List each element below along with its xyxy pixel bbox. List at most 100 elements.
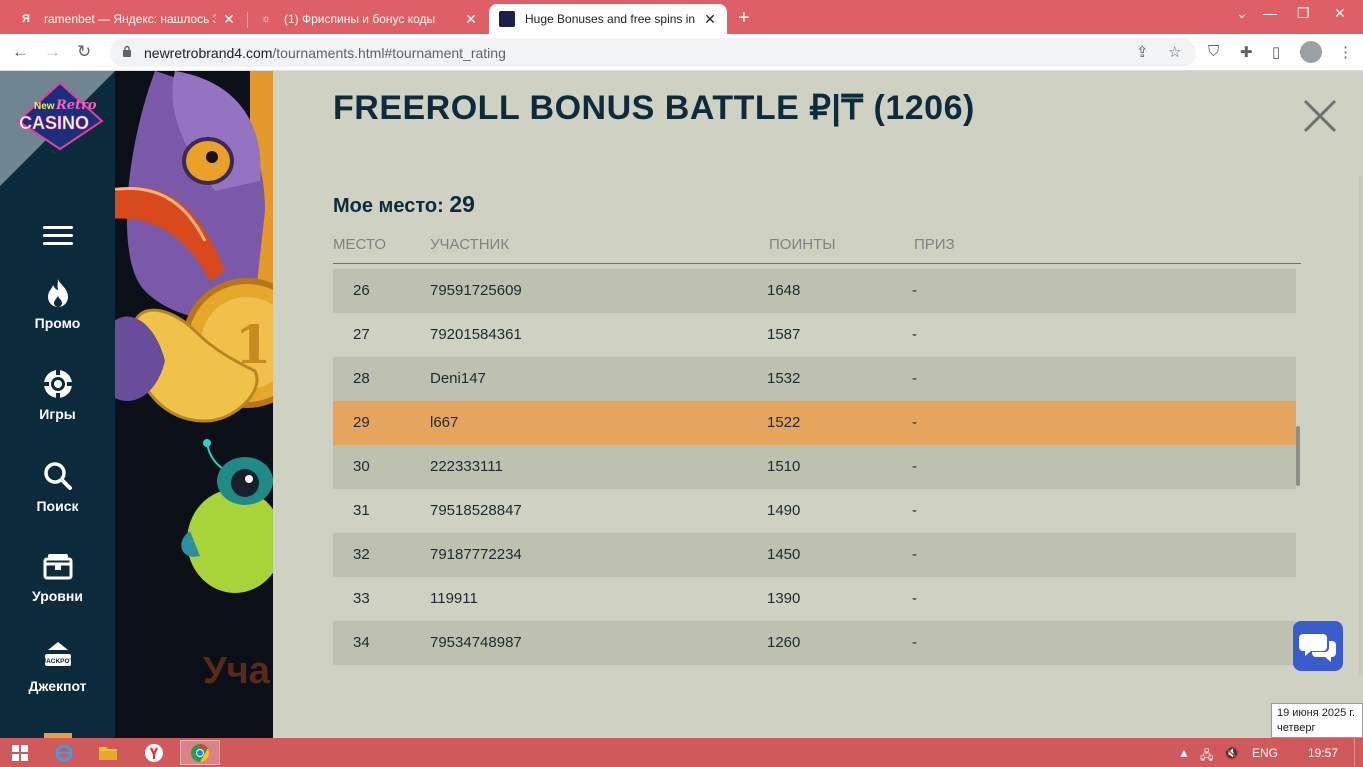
table-row: 30 222333111 1510 - (333, 445, 1296, 489)
svg-text:CASINO: CASINO (19, 113, 89, 133)
table-row: 33 119911 1390 - (333, 577, 1296, 621)
profile-avatar[interactable] (1300, 41, 1322, 63)
points-cell: 1587 (767, 326, 801, 343)
close-tab-icon[interactable]: ✕ (703, 11, 717, 28)
yandex-favicon-icon: Я (22, 13, 30, 25)
sidebar-item-label: Промо (34, 315, 81, 331)
url-input[interactable]: newretrobrand4.com/tournaments.html#tour… (110, 38, 1196, 67)
place-cell: 31 (353, 502, 370, 519)
player-cell: 119911 (430, 590, 478, 607)
table-row-current-user: 29 l667 1522 - (333, 401, 1296, 445)
close-icon[interactable] (1303, 99, 1337, 133)
logo-icon: New Retro CASINO (16, 81, 104, 151)
prize-cell: - (912, 546, 917, 563)
rating-table[interactable]: 26 79591725609 1648 - 27 79201584361 1587 - 28… (333, 269, 1296, 665)
taskbar-explorer[interactable] (88, 740, 128, 765)
sidebar-item-levels[interactable]: Уровни (0, 550, 115, 604)
column-points: ПОИНТЫ (769, 236, 836, 253)
shield-icon[interactable]: ⛉ (1208, 43, 1219, 60)
points-cell: 1648 (767, 282, 801, 299)
internet-explorer-icon (55, 744, 73, 761)
bookmark-star-icon[interactable]: ☆ (1168, 43, 1181, 61)
table-row: 32 79187772234 1450 - (333, 533, 1296, 577)
forward-icon[interactable]: → (44, 42, 61, 62)
casino-logo[interactable]: New Retro CASINO (14, 81, 106, 151)
sidebar-item-label: Джекпот (28, 678, 87, 694)
place-cell: 34 (353, 634, 370, 651)
language-indicator[interactable]: ENG (1252, 746, 1278, 760)
tray-chevron-up-icon[interactable]: ▲ (1178, 746, 1190, 760)
tab-title: Huge Bonuses and free spins in N (525, 12, 697, 26)
player-cell: Deni147 (430, 370, 486, 387)
side-panel-icon[interactable]: ▯ (1272, 43, 1280, 61)
player-cell: l667 (430, 414, 459, 431)
clock[interactable]: 19:57 (1308, 746, 1338, 760)
sidebar-item-games[interactable]: Игры (0, 368, 115, 422)
close-window-icon[interactable]: ✕ (1334, 5, 1346, 22)
network-icon[interactable]: 🖧 (1200, 746, 1213, 767)
points-cell: 1390 (767, 590, 801, 607)
prize-cell: - (912, 370, 917, 387)
chrome-icon (191, 743, 210, 762)
windows-taskbar: ▲ 🖧 🔇 ENG 19:57 (0, 738, 1363, 767)
url-path: /tournaments.html#tournament_rating (272, 44, 506, 61)
tab-freespins[interactable]: ☼ (1) Фриспины и бонус коды ✕ (248, 4, 488, 34)
chevron-down-icon[interactable]: ⌄ (1236, 5, 1248, 22)
back-icon[interactable]: ← (12, 42, 29, 62)
sidebar-item-label: Уровни (32, 588, 83, 604)
new-tab-button[interactable]: + (738, 7, 750, 30)
table-row: 34 79534748987 1260 - (333, 621, 1296, 665)
close-tab-icon[interactable]: ✕ (222, 11, 236, 28)
gear-favicon-icon: ☼ (260, 13, 272, 25)
prize-cell: - (912, 458, 917, 475)
casino-favicon-icon (499, 11, 515, 27)
tab-yandex[interactable]: Я ramenbet — Яндекс: нашлось 3 ✕ (8, 4, 246, 34)
chest-icon (43, 554, 72, 580)
share-icon[interactable]: ⇪ (1136, 43, 1149, 61)
points-cell: 1490 (767, 502, 801, 519)
prize-cell: - (912, 326, 917, 343)
taskbar-yandex[interactable] (134, 740, 174, 765)
restore-icon[interactable]: ❐ (1297, 5, 1310, 22)
chat-button[interactable] (1293, 621, 1343, 671)
close-tab-icon[interactable]: ✕ (464, 11, 478, 28)
prize-cell: - (912, 282, 917, 299)
extensions-icon[interactable]: ✚ (1240, 43, 1253, 61)
table-row: 27 79201584361 1587 - (333, 313, 1296, 357)
reload-icon[interactable]: ↻ (77, 42, 91, 62)
tournament-panel: FREEROLL BONUS BATTLE ₽|₸ (1206) Мое мес… (273, 71, 1363, 738)
table-header: МЕСТО УЧАСТНИК ПОИНТЫ ПРИЗ (333, 236, 1301, 264)
promo-art-illustration: 1 Уча (115, 71, 273, 738)
taskbar-chrome[interactable] (180, 740, 220, 765)
player-cell: 79518528847 (430, 502, 522, 519)
my-place: Мое место: 29 (333, 191, 475, 218)
prize-cell: - (912, 590, 917, 607)
menu-dots-icon[interactable]: ⋮ (1338, 43, 1353, 61)
player-cell: 79187772234 (430, 546, 522, 563)
tab-casino-active[interactable]: Huge Bonuses and free spins in N ✕ (489, 4, 727, 34)
sidebar-item-jackpot[interactable]: JACKPOT Джекпот (0, 640, 115, 694)
minimize-icon[interactable]: — (1263, 5, 1277, 21)
url-domain: newretrobrand4.com (144, 44, 273, 61)
sidebar-item-promo[interactable]: Промо (0, 277, 115, 331)
date-tooltip: 19 июня 2025 г. четверг (1271, 703, 1363, 738)
place-cell: 29 (353, 414, 370, 431)
chat-bubbles-icon (1299, 634, 1336, 662)
sidebar-item-search[interactable]: Поиск (0, 460, 115, 514)
show-desktop-button[interactable] (1354, 738, 1363, 767)
prize-cell: - (912, 634, 917, 651)
tooltip-date: 19 июня 2025 г. (1277, 707, 1356, 719)
taskbar-ie[interactable] (44, 740, 84, 765)
svg-text:New: New (34, 101, 55, 112)
browser-tab-bar: Я ramenbet — Яндекс: нашлось 3 ✕ ☼ (1) Ф… (0, 0, 1363, 34)
table-scrollbar-thumb[interactable] (1296, 426, 1300, 486)
page-scrollbar[interactable] (1359, 176, 1362, 676)
start-button[interactable] (0, 740, 40, 765)
volume-muted-icon[interactable]: 🔇 (1224, 746, 1239, 760)
svg-text:Retro: Retro (55, 98, 97, 113)
lock-icon (123, 45, 131, 57)
place-cell: 33 (353, 590, 370, 607)
hamburger-menu-icon[interactable] (43, 226, 73, 246)
column-place: МЕСТО (333, 236, 386, 253)
svg-text:JACKPOT: JACKPOT (42, 658, 73, 665)
